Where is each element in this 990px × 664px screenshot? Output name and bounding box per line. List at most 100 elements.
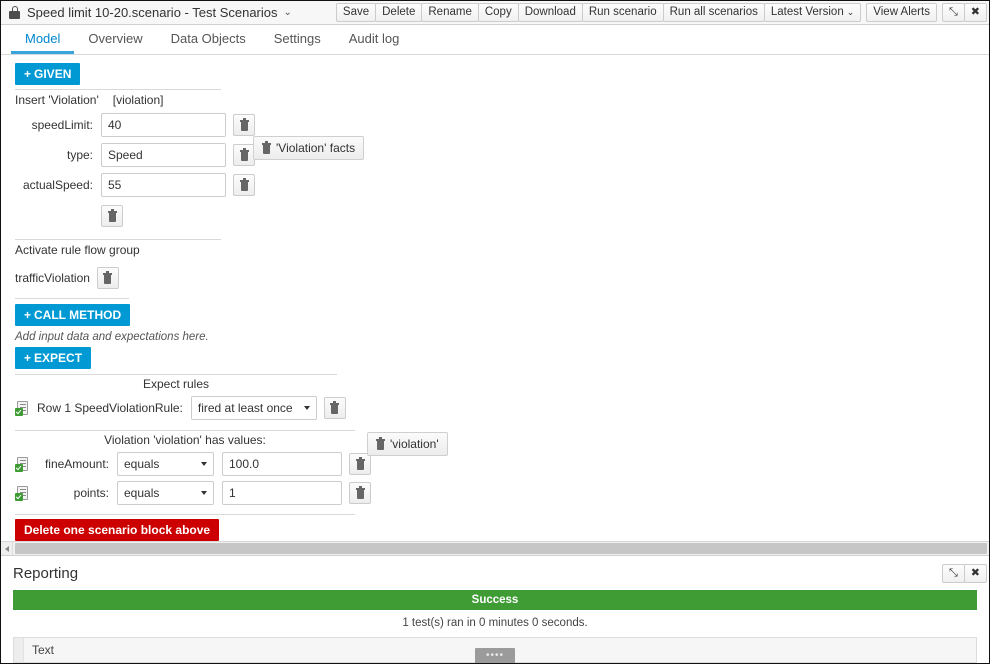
- delete-block-row: Delete one scenario block above: [15, 519, 989, 541]
- add-given-label: GIVEN: [34, 67, 72, 81]
- download-button[interactable]: Download: [517, 3, 583, 22]
- horizontal-scrollbar[interactable]: [1, 541, 989, 555]
- delete-expect-rule-button[interactable]: [323, 397, 346, 419]
- expect-row: + EXPECT: [15, 347, 989, 369]
- add-call-method-label: CALL METHOD: [34, 308, 122, 322]
- expect-rule-select[interactable]: fired at least once: [190, 396, 317, 420]
- trash-icon: [239, 118, 249, 131]
- panel-resize-handle[interactable]: ••••: [475, 648, 515, 663]
- points-operator-select[interactable]: equals: [117, 481, 214, 505]
- close-icon[interactable]: ✖: [963, 563, 987, 583]
- expect-rule-row: Row 1 SpeedViolationRule: fired at least…: [15, 396, 989, 420]
- fineamount-value-input[interactable]: [222, 452, 342, 476]
- maximize-icon[interactable]: ⤡: [941, 563, 965, 583]
- page-title: Speed limit 10-20.scenario - Test Scenar…: [27, 5, 278, 20]
- given-field-row: actualSpeed:: [15, 173, 989, 197]
- insert-violation-binding: [violation]: [112, 93, 164, 107]
- trash-icon: [355, 486, 365, 499]
- rule-flow-caption: Activate rule flow group: [15, 243, 140, 257]
- rule-icon: [15, 456, 29, 472]
- maximize-icon[interactable]: ⤡: [941, 3, 965, 22]
- version-label: Latest Version: [770, 6, 844, 18]
- type-input[interactable]: [101, 143, 226, 167]
- violation-values-caption: Violation 'violation' has values:: [104, 433, 266, 447]
- reporting-title: Reporting: [13, 564, 79, 582]
- view-alerts-button[interactable]: View Alerts: [866, 3, 937, 22]
- chevron-down-icon: [201, 462, 207, 466]
- delete-scenario-block-button[interactable]: Delete one scenario block above: [15, 519, 220, 541]
- close-icon[interactable]: ✖: [963, 3, 987, 22]
- add-call-method-button[interactable]: + CALL METHOD: [15, 304, 131, 326]
- rule-flow-value: trafficViolation: [15, 271, 90, 285]
- insert-violation-row: Insert 'Violation' [violation]: [15, 93, 989, 107]
- delete-button[interactable]: Delete: [375, 3, 423, 22]
- given-field-row: speedLimit:: [15, 113, 989, 137]
- delete-actualspeed-button[interactable]: [233, 174, 255, 196]
- rule-icon: [15, 485, 29, 501]
- tab-data-objects[interactable]: Data Objects: [157, 25, 260, 54]
- chevron-down-icon: [201, 491, 207, 495]
- delete-rule-flow-button[interactable]: [96, 267, 119, 289]
- plus-icon: +: [24, 308, 32, 322]
- run-summary: 1 test(s) ran in 0 minutes 0 seconds.: [402, 617, 588, 629]
- actualspeed-input[interactable]: [101, 173, 226, 197]
- trash-icon: [103, 271, 113, 284]
- speedlimit-label: speedLimit:: [31, 118, 93, 132]
- tab-model[interactable]: Model: [11, 25, 75, 54]
- reporting-header: Reporting ⤡ ✖: [1, 556, 989, 590]
- expect-rule-label: Row 1 SpeedViolationRule:: [37, 401, 183, 415]
- fineamount-label: fineAmount:: [44, 457, 109, 471]
- type-label: type:: [66, 148, 93, 162]
- delete-speedlimit-button[interactable]: [233, 114, 255, 136]
- delete-type-button[interactable]: [233, 144, 255, 166]
- points-operator: equals: [124, 486, 160, 500]
- block-divider: [15, 514, 355, 515]
- points-value-input[interactable]: [222, 481, 342, 505]
- tab-overview[interactable]: Overview: [74, 25, 156, 54]
- trash-icon: [239, 148, 249, 161]
- expectation-row: points: equals: [15, 481, 989, 505]
- speedlimit-input[interactable]: [101, 113, 226, 137]
- chevron-down-icon: [303, 406, 310, 410]
- call-method-row: + CALL METHOD: [15, 304, 989, 326]
- title-bar: Speed limit 10-20.scenario - Test Scenar…: [1, 1, 989, 25]
- copy-button[interactable]: Copy: [477, 3, 519, 22]
- title-dropdown-caret-icon[interactable]: ⌄: [284, 7, 292, 18]
- expect-divider: [15, 374, 337, 375]
- fineamount-operator-select[interactable]: equals: [117, 452, 214, 476]
- rename-button[interactable]: Rename: [421, 3, 479, 22]
- test-scenario-editor-window: Speed limit 10-20.scenario - Test Scenar…: [0, 0, 990, 664]
- rule-icon: [15, 400, 29, 416]
- given-field-row: type:: [15, 143, 989, 167]
- rule-flow-row: trafficViolation: [15, 267, 989, 289]
- trash-icon: [355, 457, 365, 470]
- violation-facts-label: 'Violation' facts: [276, 141, 356, 155]
- scroll-left-icon[interactable]: [1, 542, 13, 555]
- chevron-down-icon: ⌄: [846, 7, 855, 17]
- lock-icon: [9, 6, 20, 19]
- actualspeed-label: actualSpeed:: [22, 178, 93, 192]
- plus-icon: +: [24, 67, 32, 81]
- violation-values-divider: [15, 430, 355, 431]
- delete-fact-row: [15, 205, 989, 227]
- delete-fineamount-button[interactable]: [349, 453, 371, 475]
- run-scenario-button[interactable]: Run scenario: [581, 3, 664, 22]
- run-all-scenarios-button[interactable]: Run all scenarios: [662, 3, 765, 22]
- delete-points-button[interactable]: [349, 482, 371, 504]
- trash-icon: [239, 178, 249, 191]
- plus-icon: +: [24, 351, 32, 365]
- tab-settings[interactable]: Settings: [260, 25, 335, 54]
- delete-violation-fact-button[interactable]: [101, 205, 123, 227]
- violation-facts-button[interactable]: 'Violation' facts: [253, 136, 365, 160]
- scrollbar-thumb[interactable]: [15, 543, 987, 554]
- add-expect-button[interactable]: + EXPECT: [15, 347, 92, 369]
- expectation-row: fineAmount: equals: [15, 452, 989, 476]
- trash-icon: [330, 401, 340, 414]
- save-button[interactable]: Save: [335, 3, 377, 22]
- violation-instance-button[interactable]: 'violation': [367, 432, 448, 456]
- version-selector[interactable]: Latest Version ⌄: [763, 3, 862, 22]
- reporting-panel: Reporting ⤡ ✖ Success 1 test(s) ran in 0…: [1, 555, 989, 663]
- trash-icon: [262, 141, 271, 154]
- tab-audit-log[interactable]: Audit log: [335, 25, 414, 54]
- add-given-button[interactable]: + GIVEN: [15, 63, 81, 85]
